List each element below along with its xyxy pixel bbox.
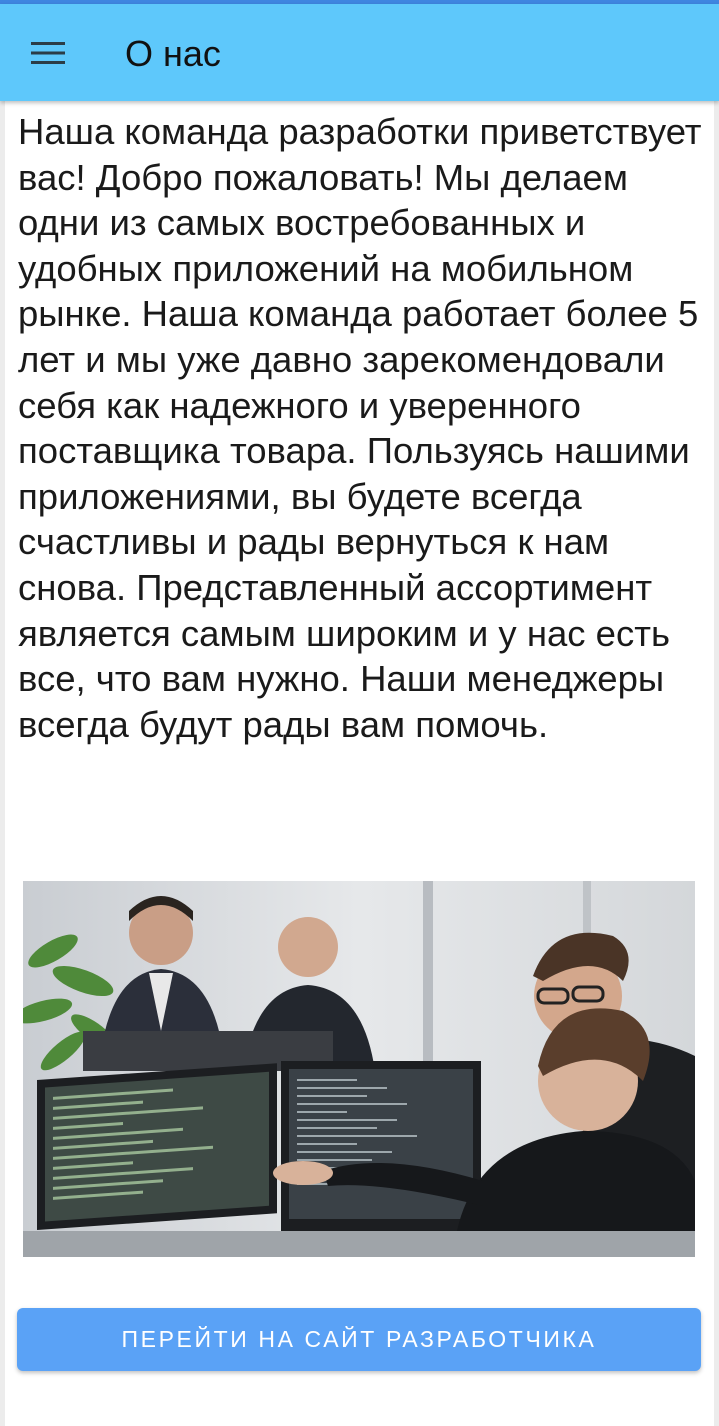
page-title: О нас — [125, 33, 221, 74]
app-bar: О нас — [0, 4, 719, 101]
about-text: Наша команда разработки приветствует вас… — [18, 111, 702, 745]
team-photo — [23, 881, 695, 1257]
team-at-monitors-photo — [23, 881, 695, 1257]
menu-button[interactable] — [20, 28, 76, 78]
hamburger-menu-icon — [31, 42, 65, 64]
developer-site-button[interactable]: ПЕРЕЙТИ НА САЙТ РАЗРАБОТЧИКА — [17, 1308, 701, 1371]
about-content: Наша команда разработки приветствует вас… — [0, 101, 719, 1426]
